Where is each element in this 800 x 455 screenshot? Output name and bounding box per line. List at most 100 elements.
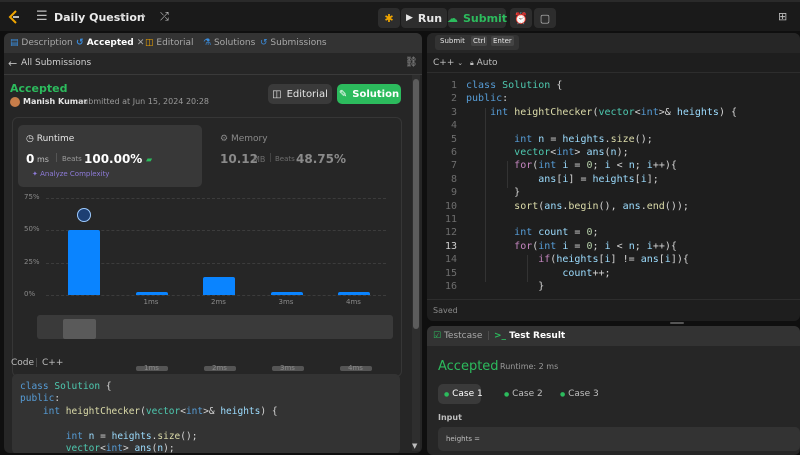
shuffle-icon[interactable]: ⤮: [160, 10, 169, 23]
test-runtime: Runtime: 2 ms: [500, 362, 559, 371]
vertical-splitter-handle[interactable]: [670, 322, 684, 324]
runtime-bar[interactable]: [203, 276, 235, 295]
case-2-pass-dot-icon: ●: [504, 391, 510, 398]
line-code: count++;: [562, 267, 611, 279]
runtime-bar[interactable]: [135, 292, 168, 295]
editor-statusbar: Saved: [427, 299, 800, 321]
minimap-label: 2ms: [212, 364, 227, 372]
line-number: 14: [444, 254, 457, 266]
saved-status: Saved: [433, 306, 458, 315]
line-code: }: [538, 281, 545, 292]
test-result-panel: ☑ Testcase | >_ Test Result Accepted Run…: [427, 326, 800, 455]
play-icon: ▶: [405, 13, 413, 23]
case-2-button[interactable]: ● Case 2: [504, 389, 543, 399]
x-tick-label: 1ms: [143, 298, 159, 306]
auto-mode-toggle[interactable]: 🔒︎ Auto: [470, 58, 498, 68]
prev-problem-icon[interactable]: ‹: [120, 10, 125, 23]
line-code: for(int i = 0; i < n; i++){: [514, 240, 677, 252]
line-number: 4: [450, 120, 457, 132]
editor-tabbar: Submit Ctrl Enter: [427, 33, 800, 53]
problem-list-icon[interactable]: ☰: [36, 10, 48, 23]
next-problem-icon[interactable]: ›: [141, 10, 146, 23]
checkbox-icon: ☑: [433, 331, 442, 341]
line-code: vector<int> ans(n);: [514, 147, 629, 158]
line-code: public:: [466, 93, 509, 105]
runtime-bar[interactable]: [68, 230, 100, 295]
code-editor-panel: Submit Ctrl Enter C++ ⌄ 🔒︎ Auto 1 class S…: [427, 33, 800, 321]
scroll-down-icon[interactable]: ▼: [412, 442, 417, 450]
line-code: class Solution {: [466, 80, 563, 91]
grid-menu-icon[interactable]: ⊞: [778, 10, 787, 23]
minimap-highlight-bar: [63, 319, 96, 339]
line-code: sort(ans.begin(), ans.end());: [514, 200, 689, 212]
timer-button[interactable]: ⏰: [510, 8, 532, 28]
ctrl-key: Ctrl: [471, 36, 488, 46]
input-value-box[interactable]: heights =: [438, 427, 800, 451]
indent-guide: [485, 107, 486, 282]
leetcode-logo-icon[interactable]: [7, 10, 21, 24]
code-label: Code: [11, 358, 35, 368]
line-number: 13: [444, 240, 457, 252]
case-2-text: Case 2: [512, 389, 543, 399]
y-tick-label: 25%: [24, 257, 40, 266]
case-1-text: Case 1: [452, 389, 483, 399]
line-number: 16: [444, 281, 457, 292]
result-tabbar: ☑ Testcase | >_ Test Result: [427, 326, 800, 346]
case-3-text: Case 3: [568, 389, 599, 399]
runtime-bar[interactable]: [270, 292, 303, 295]
tab-test-result-label: Test Result: [509, 331, 566, 341]
case-3-pass-dot-icon: ●: [560, 391, 566, 398]
line-code: ans[i] = heights[i];: [538, 173, 659, 185]
tab-test-result[interactable]: >_ Test Result: [494, 331, 565, 341]
line-number: 2: [450, 93, 457, 105]
submitted-code-block[interactable]: class Solution {public: int heightChecke…: [12, 374, 400, 453]
your-submission-avatar-marker[interactable]: [77, 208, 91, 223]
line-number: 11: [444, 214, 457, 225]
top-bar: ☰ Daily Question ‹ › ⤮ ✱ ▶ Run ☁ Submit …: [0, 0, 800, 31]
terminal-icon: >_: [494, 331, 507, 341]
line-number: 5: [450, 133, 457, 145]
line-code: for(int i = 0; i < n; i++){: [514, 160, 677, 172]
line-number: 3: [450, 106, 457, 118]
input-label: Input: [438, 413, 462, 422]
notes-button[interactable]: ▢: [534, 8, 556, 28]
test-result-status: Accepted: [438, 359, 499, 374]
tab-testcase[interactable]: ☑ Testcase: [433, 331, 482, 341]
line-number: 7: [450, 160, 457, 172]
indent-guide: [527, 255, 528, 282]
x-tick-label: 3ms: [278, 298, 294, 306]
left-scrollbar-thumb[interactable]: [413, 79, 419, 329]
submit-button[interactable]: ☁ Submit: [447, 8, 508, 28]
case-1-label: ● Case 1: [444, 389, 483, 399]
minimap-label: 4ms: [348, 364, 363, 372]
submit-hint-label: Submit: [440, 37, 465, 45]
submit-label: Submit: [462, 11, 508, 25]
line-number: 10: [444, 200, 457, 212]
case-1-pass-dot-icon: ●: [444, 391, 450, 398]
submission-panel: ▤ Description ↺ Accepted ✕ ◫ Editorial ⚗…: [4, 33, 422, 453]
debug-button[interactable]: ✱: [378, 8, 400, 28]
case-3-button[interactable]: ● Case 3: [560, 389, 599, 399]
editor-code-area[interactable]: 1 class Solution {2 public: 3 int heightChe…: [427, 79, 800, 299]
submitted-code-line: int heightChecker(vector<int>& heights) …: [42, 405, 278, 417]
indent-guide: [507, 161, 508, 189]
line-code: if(heights[i] != ans[i]){: [538, 254, 689, 266]
tab-testcase-label: Testcase: [443, 331, 483, 341]
minimap-label: 3ms: [280, 364, 295, 372]
enter-key: Enter: [491, 36, 514, 46]
line-number: 1: [450, 80, 457, 91]
y-gridline: [46, 295, 386, 296]
x-tick-label: 2ms: [211, 298, 226, 306]
result-tab-separator: |: [487, 331, 491, 341]
minimap-label: 1ms: [144, 364, 159, 372]
run-button[interactable]: ▶ Run: [401, 8, 447, 28]
language-select[interactable]: C++ ⌄: [433, 58, 463, 68]
input-variable-name: heights =: [446, 435, 481, 443]
submitted-code-line: vector<int> ans(n);: [65, 443, 175, 453]
daily-question-title[interactable]: Daily Question: [54, 11, 145, 24]
line-number: 9: [450, 187, 457, 199]
y-tick-label: 75%: [24, 193, 40, 201]
runtime-bar[interactable]: [338, 292, 370, 295]
code-separator: |: [35, 358, 39, 368]
chevron-down-icon: ⌄: [457, 59, 464, 67]
